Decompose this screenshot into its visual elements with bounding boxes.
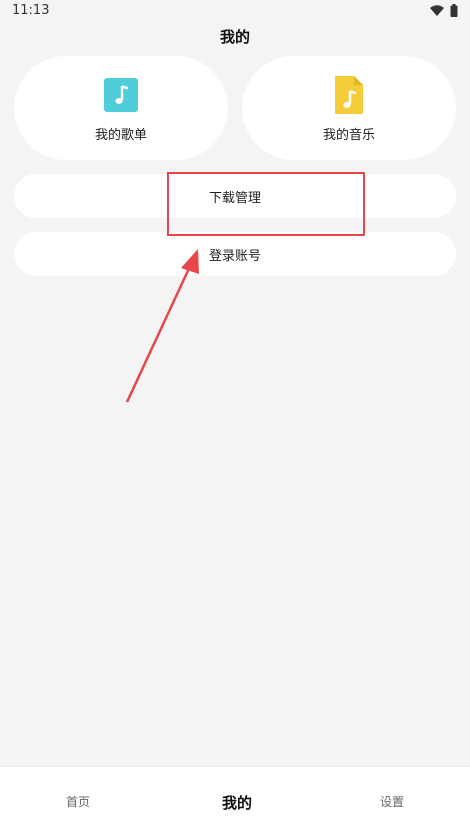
bottom-nav: 首页 我的 设置 bbox=[0, 766, 470, 838]
nav-home[interactable]: 首页 bbox=[66, 793, 90, 810]
annotation-arrow bbox=[125, 249, 199, 403]
nav-mine[interactable]: 我的 bbox=[222, 792, 252, 813]
nav-settings[interactable]: 设置 bbox=[380, 793, 404, 810]
